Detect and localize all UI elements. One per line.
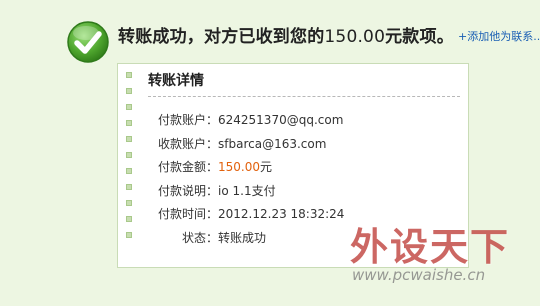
detail-row-payer: 付款账户： 624251370@qq.com bbox=[148, 112, 344, 136]
detail-label: 收款账户： bbox=[157, 136, 218, 151]
detail-row-time: 付款时间： 2012.12.23 18:32:24 bbox=[148, 206, 344, 230]
detail-amount-unit: 元 bbox=[260, 160, 273, 175]
add-contact-link[interactable]: +添加他为联系... bbox=[458, 28, 540, 44]
bullet-icon bbox=[126, 104, 132, 110]
bullet-icon bbox=[126, 200, 132, 206]
detail-value: 2012.12.23 18:32:24 bbox=[218, 207, 345, 222]
bullet-icon bbox=[126, 152, 132, 158]
headline-text-before: 转账成功，对方已收到您的 bbox=[118, 27, 325, 47]
detail-row-status: 状态： 转账成功 bbox=[148, 230, 344, 254]
detail-row-memo: 付款说明： io 1.1支付 bbox=[148, 183, 344, 207]
check-circle-icon bbox=[67, 21, 109, 63]
headline-text-after: 元款项。 bbox=[385, 27, 454, 47]
card-bullet-column bbox=[126, 72, 133, 248]
watermark-url: www.pcwaishe.cn bbox=[352, 266, 486, 284]
bullet-icon bbox=[126, 120, 132, 126]
bullet-icon bbox=[126, 184, 132, 190]
detail-label: 付款金额： bbox=[157, 160, 218, 175]
bullet-icon bbox=[126, 88, 132, 94]
detail-label: 付款说明： bbox=[157, 183, 218, 198]
headline-amount: 150.00 bbox=[324, 27, 386, 47]
watermark-logo: 外设天下 bbox=[350, 224, 511, 269]
detail-row-payee: 收款账户： sfbarca@163.com bbox=[148, 136, 344, 160]
bullet-icon bbox=[126, 168, 132, 174]
card-title: 转账详情 bbox=[148, 73, 204, 89]
detail-value: sfbarca@163.com bbox=[218, 136, 327, 151]
detail-value: 624251370@qq.com bbox=[218, 113, 344, 127]
detail-value: io 1.1支付 bbox=[218, 183, 276, 198]
bullet-icon bbox=[126, 72, 132, 78]
detail-label: 付款账户： bbox=[157, 113, 218, 127]
bullet-icon bbox=[126, 232, 132, 238]
detail-label: 付款时间： bbox=[157, 207, 218, 222]
detail-row-amount: 付款金额： 150.00 元 bbox=[148, 159, 344, 183]
detail-label: 状态： bbox=[181, 230, 218, 245]
success-headline: 转账成功，对方已收到您的150.00元款项。 bbox=[118, 22, 454, 47]
detail-value: 转账成功 bbox=[218, 230, 267, 245]
bullet-icon bbox=[126, 136, 132, 142]
bullet-icon bbox=[126, 216, 132, 222]
card-divider bbox=[148, 96, 460, 97]
detail-amount-value: 150.00 bbox=[218, 160, 260, 175]
details-list: 付款账户： 624251370@qq.com 收款账户： sfbarca@163… bbox=[148, 112, 344, 254]
